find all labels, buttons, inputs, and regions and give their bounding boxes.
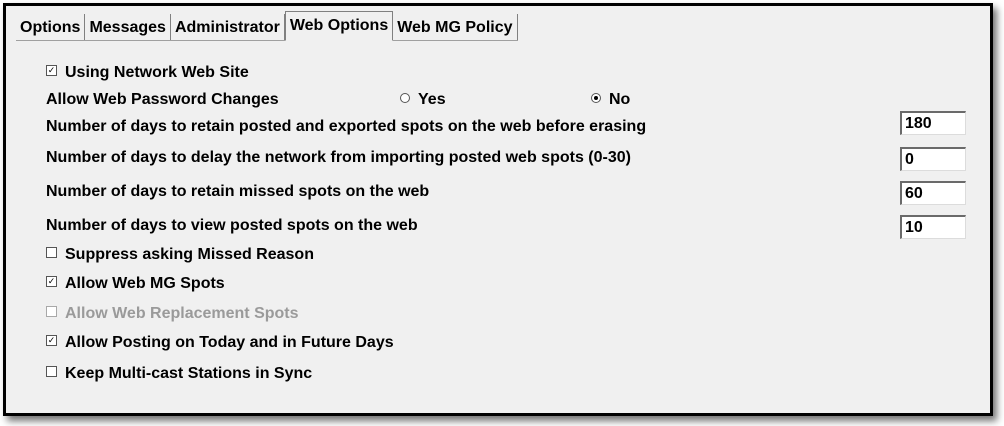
retain-missed-days-input[interactable]: [900, 181, 966, 205]
checkbox-label: Allow Web Replacement Spots: [65, 305, 299, 322]
using-network-web-site-checkbox[interactable]: ✓ Using Network Web Site: [46, 63, 249, 83]
checkbox-checked-icon[interactable]: ✓: [46, 65, 57, 77]
radio-label: No: [609, 91, 631, 108]
password-changes-yes-radio[interactable]: Yes: [400, 90, 446, 110]
allow-web-replacement-spots-checkbox: Allow Web Replacement Spots: [46, 304, 299, 324]
tab-web-mg-policy[interactable]: Web MG Policy: [393, 14, 518, 40]
tab-bar: Options Messages Administrator Web Optio…: [16, 11, 518, 41]
checkbox-label: Using Network Web Site: [65, 64, 249, 81]
view-posted-days-input[interactable]: [900, 215, 966, 239]
suppress-missed-reason-checkbox[interactable]: Suppress asking Missed Reason: [46, 245, 314, 265]
radio-label: Yes: [418, 91, 446, 108]
allow-web-mg-spots-checkbox[interactable]: ✓ Allow Web MG Spots: [46, 274, 225, 294]
checkbox-label: Keep Multi-cast Stations in Sync: [65, 365, 313, 382]
allow-posting-today-future-checkbox[interactable]: ✓ Allow Posting on Today and in Future Da…: [46, 333, 394, 353]
delay-import-days-label: Number of days to delay the network from…: [46, 149, 631, 166]
retain-posted-days-input[interactable]: [900, 111, 966, 135]
view-posted-days-label: Number of days to view posted spots on t…: [46, 217, 418, 234]
tab-options[interactable]: Options: [16, 14, 86, 40]
radio-selected-icon[interactable]: [591, 92, 601, 103]
radio-unselected-icon[interactable]: [400, 92, 410, 103]
checkbox-unchecked-icon[interactable]: [46, 366, 57, 378]
tab-web-options[interactable]: Web Options: [284, 11, 394, 41]
settings-window: Options Messages Administrator Web Optio…: [3, 3, 993, 416]
allow-web-password-changes-label: Allow Web Password Changes: [46, 91, 279, 108]
checkbox-label: Allow Web MG Spots: [65, 275, 225, 292]
retain-missed-days-label: Number of days to retain missed spots on…: [46, 183, 430, 200]
tab-messages[interactable]: Messages: [85, 14, 171, 40]
password-changes-no-radio[interactable]: No: [591, 90, 630, 110]
keep-multicast-sync-checkbox[interactable]: Keep Multi-cast Stations in Sync: [46, 364, 312, 384]
tab-administrator[interactable]: Administrator: [171, 14, 285, 40]
checkbox-disabled-icon: [46, 306, 57, 318]
checkbox-label: Allow Posting on Today and in Future Day…: [65, 334, 394, 351]
retain-posted-days-label: Number of days to retain posted and expo…: [46, 118, 647, 135]
checkbox-unchecked-icon[interactable]: [46, 247, 57, 259]
checkbox-checked-icon[interactable]: ✓: [46, 335, 57, 347]
checkbox-checked-icon[interactable]: ✓: [46, 276, 57, 288]
delay-import-days-input[interactable]: [900, 147, 966, 171]
checkbox-label: Suppress asking Missed Reason: [65, 246, 314, 263]
